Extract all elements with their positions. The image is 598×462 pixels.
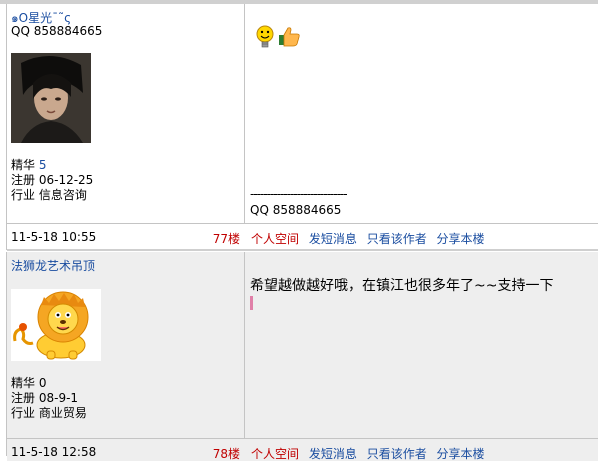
text-marker <box>250 296 253 310</box>
send-message-link[interactable]: 发短消息 <box>309 232 357 246</box>
post-message: 希望越做越好哦，在镇江也很多年了~~支持一下 <box>250 278 554 294</box>
share-floor-link[interactable]: 分享本楼 <box>437 232 485 246</box>
lion-avatar-icon <box>13 291 89 360</box>
send-message-link[interactable]: 发短消息 <box>309 447 357 461</box>
author-qq: QQ 858884665 <box>11 24 103 38</box>
stat-hangye: 行业 信息咨询 <box>11 188 87 203</box>
author-name-link[interactable]: 法狮龙艺术吊顶 <box>11 257 95 274</box>
stat-label: 注册 <box>11 173 36 187</box>
share-floor-link[interactable]: 分享本楼 <box>437 447 485 461</box>
stat-label: 行业 <box>11 406 36 420</box>
personal-space-link[interactable]: 个人空间 <box>251 232 299 246</box>
forum-post-78: 法狮龙艺术吊顶 精华 0 注册 08-9-1 行业 商业贸易 希望越做越好哦，在… <box>6 252 598 461</box>
signature-qq: QQ 858884665 <box>250 203 342 217</box>
stat-label: 行业 <box>11 188 36 202</box>
stat-label: 注册 <box>11 391 36 405</box>
stat-zhuce: 注册 08-9-1 <box>11 391 78 406</box>
stat-value: 信息咨询 <box>38 188 87 202</box>
forum-post-77: ๑O星光ˉ˜ς QQ 858884665 精华 5 注册 06-12-25 行业… <box>6 4 598 251</box>
only-author-link[interactable]: 只看该作者 <box>367 447 427 461</box>
floor-number[interactable]: 77楼 <box>212 230 240 247</box>
post-time: 11-5-18 10:55 <box>11 230 97 244</box>
only-author-link[interactable]: 只看该作者 <box>367 232 427 246</box>
stat-label: 精华 <box>11 376 36 390</box>
stat-value[interactable]: 5 <box>39 158 47 172</box>
stat-hangye: 行业 商业贸易 <box>11 406 87 421</box>
stat-value: 06-12-25 <box>38 173 94 187</box>
lightbulb-emoji-icon <box>256 25 274 48</box>
emoticons <box>255 24 309 53</box>
author-panel: 法狮龙艺术吊顶 精华 0 注册 08-9-1 行业 商业贸易 <box>7 252 245 438</box>
post-time: 11-5-18 12:58 <box>11 445 97 459</box>
stat-label: 精华 <box>11 158 36 172</box>
stat-zhuce: 注册 06-12-25 <box>11 173 93 188</box>
post-actions: 个人空间 发短消息 只看该作者 分享本楼 <box>251 445 491 462</box>
signature-divider: ----------------------------- <box>250 187 348 201</box>
personal-space-link[interactable]: 个人空间 <box>251 447 299 461</box>
post-footer: 11-5-18 10:55 77楼 个人空间 发短消息 只看该作者 分享本楼 <box>7 223 598 251</box>
avatar[interactable] <box>11 289 101 361</box>
stat-value: 商业贸易 <box>38 406 87 420</box>
post-actions: 个人空间 发短消息 只看该作者 分享本楼 <box>251 230 491 247</box>
stat-jinghua: 精华 5 <box>11 158 46 173</box>
stat-value: 08-9-1 <box>38 391 79 405</box>
avatar[interactable] <box>11 53 91 143</box>
author-panel: ๑O星光ˉ˜ς QQ 858884665 精华 5 注册 06-12-25 行业… <box>7 4 245 223</box>
floor-number[interactable]: 78楼 <box>212 445 240 462</box>
stat-jinghua: 精华 0 <box>11 376 46 391</box>
thumbs-up-icon <box>279 27 300 47</box>
post-footer: 11-5-18 12:58 78楼 个人空间 发短消息 只看该作者 分享本楼 <box>7 438 598 461</box>
stat-value: 0 <box>38 376 47 390</box>
